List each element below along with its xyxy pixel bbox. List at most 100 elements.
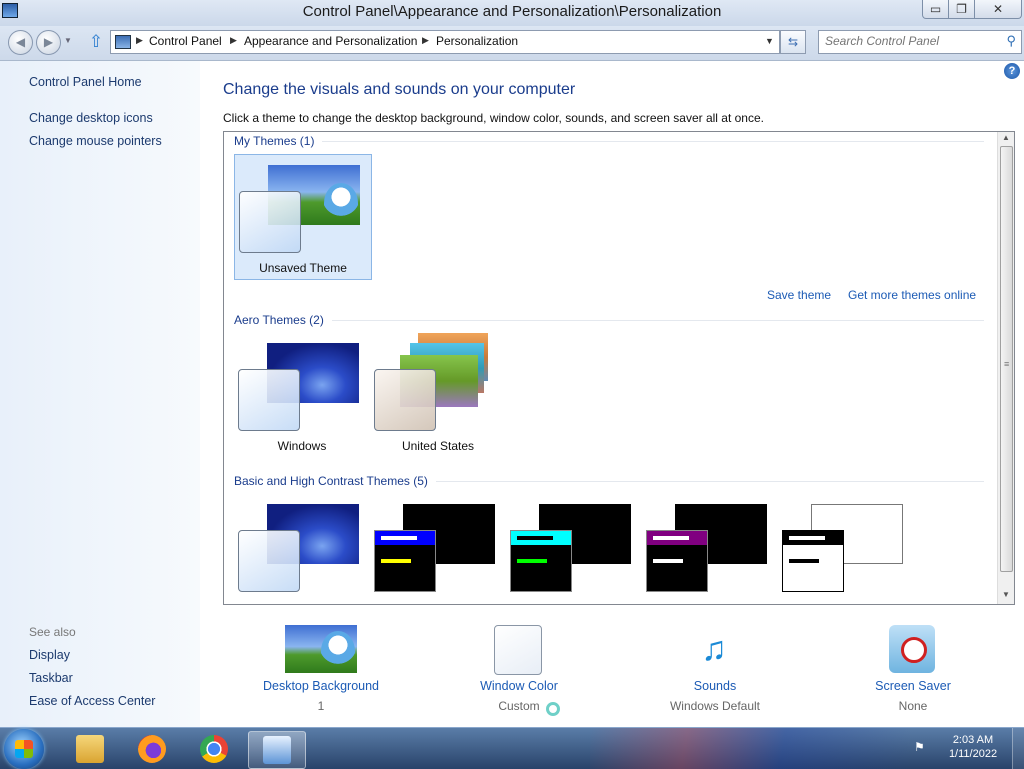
- taskbar-firefox[interactable]: [124, 731, 180, 767]
- setting-name: Screen Saver: [875, 679, 951, 693]
- desktop-background-icon: [285, 625, 357, 673]
- theme-window-preview: [374, 369, 436, 431]
- taskbar-chrome[interactable]: [186, 731, 242, 767]
- clock-date: 1/11/2022: [948, 748, 998, 760]
- theme-window-preview: [239, 191, 301, 253]
- theme-windows-basic[interactable]: [234, 494, 370, 604]
- taskbar-explorer[interactable]: [62, 731, 118, 767]
- control-panel-home-link[interactable]: Control Panel Home: [29, 75, 142, 89]
- control-panel-folder-icon: [115, 35, 131, 49]
- group-header-aero-themes[interactable]: Aero Themes (2): [234, 313, 332, 327]
- ease-of-access-link[interactable]: Ease of Access Center: [29, 694, 155, 708]
- firefox-icon: [138, 735, 166, 763]
- system-clock[interactable]: 2:03 AM 1/11/2022: [938, 733, 1008, 761]
- save-theme-link[interactable]: Save theme: [767, 288, 831, 302]
- group-header-basic-high-contrast[interactable]: Basic and High Contrast Themes (5): [234, 474, 436, 488]
- setting-value: Custom: [498, 699, 540, 713]
- group-divider: [234, 320, 984, 321]
- show-desktop-button[interactable]: [1012, 728, 1024, 769]
- breadcrumb-separator-icon[interactable]: ▶: [422, 35, 429, 46]
- screen-saver-setting[interactable]: Screen Saver None: [833, 621, 993, 721]
- scroll-down-icon[interactable]: ▼: [1002, 590, 1010, 599]
- text-preview: [381, 536, 417, 540]
- control-panel-icon: [263, 736, 291, 764]
- theme-window-preview: [782, 530, 844, 592]
- theme-united-states[interactable]: United States: [370, 333, 506, 457]
- busy-cursor-icon: [546, 702, 560, 716]
- screen-saver-icon: [889, 625, 935, 673]
- search-icon[interactable]: ⚲: [1006, 33, 1016, 49]
- theme-unsaved[interactable]: Unsaved Theme: [234, 154, 372, 280]
- search-input[interactable]: [819, 31, 1003, 51]
- breadcrumb-personalization[interactable]: Personalization: [436, 34, 518, 48]
- setting-value: 1: [317, 699, 325, 713]
- get-more-themes-link[interactable]: Get more themes online: [848, 288, 976, 302]
- text-preview: [653, 536, 689, 540]
- breadcrumb-control-panel[interactable]: Control Panel: [149, 34, 222, 48]
- forward-button[interactable]: ▶: [36, 30, 61, 55]
- breadcrumb-appearance[interactable]: Appearance and Personalization: [244, 34, 417, 48]
- taskbar: ⚑ 2:03 AM 1/11/2022: [0, 727, 1024, 769]
- restore-button[interactable]: ❐: [948, 0, 975, 19]
- text-preview: [789, 536, 825, 540]
- back-button[interactable]: ◀: [8, 30, 33, 55]
- setting-value: None: [898, 699, 928, 713]
- scroll-grip-icon: ≡: [1004, 359, 1010, 369]
- taskbar-control-panel[interactable]: [248, 731, 306, 769]
- sounds-icon: ♫: [701, 630, 727, 668]
- windows-logo-icon: [15, 740, 33, 758]
- change-mouse-pointers-link[interactable]: Change mouse pointers: [29, 134, 162, 148]
- theme-label: Windows: [277, 439, 327, 453]
- setting-value: Windows Default: [669, 699, 761, 713]
- scroll-up-icon[interactable]: ▲: [1002, 133, 1010, 142]
- text-preview: [653, 559, 683, 563]
- main-content: ? Change the visuals and sounds on your …: [200, 61, 1024, 727]
- character-image: [324, 183, 358, 223]
- clock-time: 2:03 AM: [952, 734, 994, 746]
- recent-pages-dropdown-icon[interactable]: ▼: [64, 36, 72, 45]
- theme-window-preview: [374, 530, 436, 592]
- theme-window-preview: [238, 530, 300, 592]
- minimize-button[interactable]: ▭: [922, 0, 949, 19]
- theme-list: My Themes (1) Unsaved Theme Save theme G…: [223, 131, 1015, 605]
- start-button[interactable]: [4, 729, 44, 769]
- see-also-label: See also: [29, 625, 76, 639]
- search-box[interactable]: ⚲: [818, 30, 1022, 54]
- desktop-background-setting[interactable]: Desktop Background 1: [241, 621, 401, 721]
- change-desktop-icons-link[interactable]: Change desktop icons: [29, 111, 153, 125]
- theme-high-contrast-1[interactable]: [370, 494, 506, 604]
- theme-high-contrast-white[interactable]: [778, 494, 914, 604]
- refresh-button[interactable]: ⇆: [780, 30, 806, 54]
- theme-window-preview: [510, 530, 572, 592]
- theme-windows[interactable]: Windows: [234, 333, 370, 457]
- scroll-thumb[interactable]: ≡: [1000, 146, 1013, 572]
- group-divider: [234, 141, 984, 142]
- help-icon[interactable]: ?: [1004, 63, 1020, 79]
- display-link[interactable]: Display: [29, 648, 70, 662]
- breadcrumb-separator-icon[interactable]: ▶: [136, 35, 143, 46]
- group-header-my-themes[interactable]: My Themes (1): [234, 134, 323, 148]
- text-preview: [517, 559, 547, 563]
- theme-high-contrast-black[interactable]: [642, 494, 778, 604]
- theme-high-contrast-2[interactable]: [506, 494, 642, 604]
- setting-name: Desktop Background: [262, 679, 380, 693]
- window-title: Control Panel\Appearance and Personaliza…: [302, 3, 722, 20]
- up-arrow-icon[interactable]: ⇧: [87, 32, 105, 52]
- theme-list-scrollbar[interactable]: ▲ ≡ ▼: [997, 132, 1014, 604]
- no-entry-icon: [901, 637, 927, 663]
- chrome-icon: [200, 735, 228, 763]
- taskbar-link[interactable]: Taskbar: [29, 671, 73, 685]
- setting-name: Window Color: [480, 679, 558, 693]
- title-bar: Control Panel\Appearance and Personaliza…: [0, 0, 1024, 26]
- window-color-setting[interactable]: Window Color Custom: [439, 621, 599, 721]
- folder-icon: [76, 735, 104, 763]
- address-bar[interactable]: ▶ Control Panel ▶ Appearance and Persona…: [110, 30, 780, 54]
- text-preview: [381, 559, 411, 563]
- character-image: [321, 631, 355, 671]
- address-dropdown-icon[interactable]: ▼: [765, 36, 774, 46]
- sounds-setting[interactable]: ♫ Sounds Windows Default: [635, 621, 795, 721]
- network-icon[interactable]: ⚑: [914, 740, 930, 754]
- breadcrumb-separator-icon[interactable]: ▶: [230, 35, 237, 46]
- close-button[interactable]: ✕: [974, 0, 1022, 19]
- text-preview: [789, 559, 819, 563]
